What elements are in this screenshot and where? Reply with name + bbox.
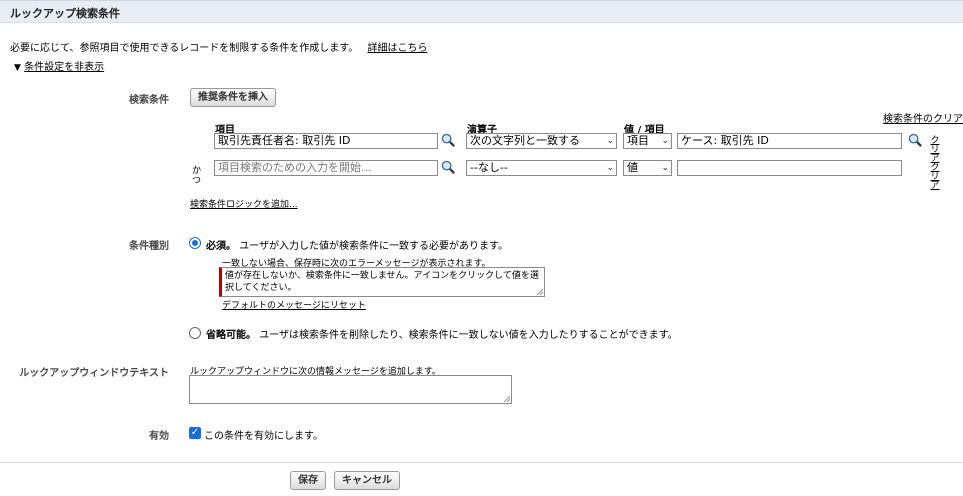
- lookup-search-icon[interactable]: [908, 133, 923, 148]
- filter-value-input-2[interactable]: [677, 160, 902, 176]
- filter-operator-select-2[interactable]: --なし-- ⌄: [466, 160, 617, 176]
- active-checkbox[interactable]: ✓: [189, 427, 201, 439]
- active-label: 有効: [149, 431, 169, 442]
- optional-title: 省略可能。: [206, 330, 256, 341]
- value-type: 項目: [627, 134, 649, 147]
- condition-type-label: 条件種別: [129, 241, 169, 252]
- toggle-settings-label[interactable]: 条件設定を非表示: [24, 62, 104, 73]
- error-message-textarea[interactable]: 値が存在しないか、検索条件に一致しません。アイコンをクリックして値を選択してくだ…: [219, 267, 545, 297]
- lookup-window-textarea[interactable]: [189, 375, 512, 404]
- filter-value-type-select-1[interactable]: 項目 ⌄: [623, 133, 672, 149]
- lookup-text-label: ルックアップウィンドウテキスト: [19, 368, 169, 379]
- required-desc: ユーザが入力した値が検索条件に一致する必要があります。: [239, 241, 508, 252]
- optional-option: 省略可能。 ユーザは検索条件を削除したり、検索条件に一致しない値を入力したりする…: [206, 326, 678, 341]
- chevron-down-icon: ⌄: [606, 136, 614, 146]
- resize-grip-icon[interactable]: [537, 289, 543, 295]
- cancel-button[interactable]: キャンセル: [334, 471, 400, 490]
- required-radio[interactable]: [189, 237, 201, 249]
- chevron-down-icon: ⌄: [661, 163, 669, 173]
- filter-field-input-2[interactable]: 項目検索のための入力を開始...: [214, 160, 438, 176]
- resize-grip-icon[interactable]: [504, 396, 510, 402]
- filter-value-type-select-2[interactable]: 値 ⌄: [623, 160, 672, 176]
- section-header: [0, 0, 963, 23]
- filter-operator-select-1[interactable]: 次の文字列と一致する ⌄: [466, 133, 617, 149]
- operator-value: --なし--: [470, 161, 508, 174]
- clear-row-1-link[interactable]: クリア: [929, 137, 941, 164]
- clear-row-2-link[interactable]: クリア: [929, 164, 941, 191]
- details-link[interactable]: 詳細はこちら: [368, 43, 428, 54]
- error-message-text: 値が存在しないか、検索条件に一致しません。アイコンをクリックして値を選択してくだ…: [225, 271, 539, 293]
- footer-divider: [0, 462, 963, 463]
- filter-label: 検索条件: [129, 95, 169, 106]
- chevron-down-icon: ⌄: [661, 136, 669, 146]
- chevron-down-icon: ⌄: [606, 163, 614, 173]
- value-type: 値: [627, 161, 638, 174]
- optional-radio[interactable]: [189, 327, 201, 339]
- triangle-down-icon: ▼: [14, 63, 21, 73]
- required-option: 必須。 ユーザが入力した値が検索条件に一致する必要があります。: [206, 237, 508, 252]
- and-label: かつ: [192, 166, 202, 186]
- toggle-settings[interactable]: ▼ 条件設定を非表示: [14, 58, 104, 73]
- operator-value: 次の文字列と一致する: [470, 134, 580, 147]
- save-button[interactable]: 保存: [290, 471, 326, 490]
- required-title: 必須。: [206, 241, 236, 252]
- optional-desc: ユーザは検索条件を削除したり、検索条件に一致しない値を入力したりすることができま…: [259, 330, 678, 341]
- lookup-search-icon[interactable]: [441, 133, 456, 148]
- insert-suggested-button[interactable]: 推奨条件を挿入: [190, 88, 276, 107]
- lookup-search-icon[interactable]: [441, 160, 456, 175]
- active-checkbox-label: この条件を有効にします。: [204, 431, 323, 442]
- page-title: ルックアップ検索条件: [10, 7, 120, 20]
- filter-field-input-1[interactable]: 取引先責任者名: 取引先 ID: [214, 133, 438, 149]
- checkmark-icon: ✓: [190, 427, 200, 438]
- reset-default-message-link[interactable]: デフォルトのメッセージにリセット: [222, 298, 366, 311]
- add-filter-logic-link[interactable]: 検索条件ロジックを追加...: [190, 197, 298, 210]
- intro-row: 必要に応じて、参照項目で使用できるレコードを制限する条件を作成します。 詳細はこ…: [10, 39, 428, 54]
- filter-value-input-1[interactable]: ケース: 取引先 ID: [677, 133, 902, 149]
- intro-text: 必要に応じて、参照項目で使用できるレコードを制限する条件を作成します。: [10, 43, 359, 54]
- clear-filter-link[interactable]: 検索条件のクリア: [883, 110, 963, 125]
